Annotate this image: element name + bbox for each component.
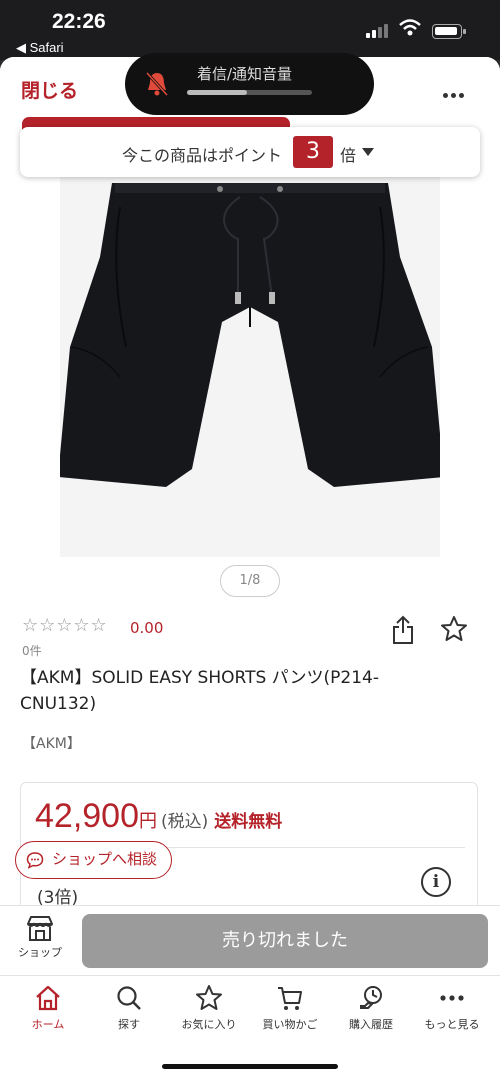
image-counter: 1/8 [220,565,280,597]
back-to-safari-link[interactable]: ◀ Safari [16,40,64,56]
price-value: 42,900 [35,797,139,835]
tab-cart-label: 買い物かご [262,1018,318,1031]
volume-track [187,90,312,95]
tab-search-label: 探す [118,1018,140,1031]
home-indicator [162,1064,338,1069]
caret-down-icon[interactable] [362,148,374,156]
star-icon [196,985,222,1010]
tab-bar: ホーム 探す お気に入り 買い物かご 購入履歴 もっと見る [0,975,500,1080]
tab-home[interactable]: ホーム [7,984,89,1032]
battery-icon [432,24,466,39]
tab-cart[interactable]: 買い物かご [249,984,331,1032]
status-time: 22:26 [52,10,106,33]
points-multiplier-badge: 3 [293,136,333,168]
share-icon[interactable] [390,615,416,645]
tab-history[interactable]: 購入履歴 [330,984,412,1032]
volume-hud: 着信/通知音量 [125,53,374,115]
consult-shop-button[interactable]: ショップへ相談 [15,841,173,879]
close-button[interactable]: 閉じる [21,76,78,103]
shop-icon [27,916,53,941]
favorite-star-icon[interactable] [440,615,468,643]
info-icon[interactable]: i [421,867,451,897]
soldout-button[interactable]: 売り切れました [82,914,488,968]
more-icon [440,995,464,1001]
cart-icon [278,987,302,1010]
review-count: 0件 [22,644,42,658]
signal-icon [366,22,392,38]
tab-history-label: 購入履歴 [349,1018,393,1031]
product-title: 【AKM】SOLID EASY SHORTS パンツ(P214-CNU132) [20,668,379,714]
points-banner-text: 今この商品はポイント [122,146,283,165]
more-options-icon[interactable] [440,83,464,102]
product-image[interactable] [58,177,444,557]
price-unit: 円 [139,811,157,832]
tab-more[interactable]: もっと見る [411,984,493,1032]
volume-level-fill [187,90,247,95]
rating-value[interactable]: 0.00 [130,619,163,637]
tab-more-label: もっと見る [424,1018,480,1031]
home-icon [36,985,60,1011]
tab-home-label: ホーム [31,1018,65,1031]
points-banner-suffix: 倍 [340,146,357,165]
rating-stars: ☆☆☆☆☆ [22,615,108,636]
bell-muted-icon [145,71,169,97]
brand-link[interactable]: 【AKM】 [22,733,81,753]
search-icon [117,986,141,1010]
purchase-bar: ショップ 売り切れました [0,905,500,975]
tab-favorites[interactable]: お気に入り [168,984,250,1032]
free-shipping-label: 送料無料 [214,812,283,832]
tab-favorites-label: お気に入り [181,1018,237,1031]
chat-bubble-icon [26,852,44,869]
history-icon [360,986,382,1009]
price-row: 42,900円 (税込) 送料無料 [35,797,282,836]
shorts-photo [58,177,444,557]
wifi-icon [399,19,421,36]
status-bar: 22:26 ◀ Safari [0,0,500,60]
points-banner[interactable]: 今この商品はポイント 3 倍 [20,127,480,177]
shop-button[interactable]: ショップ [10,914,70,960]
shop-label: ショップ [18,946,62,959]
volume-label: 着信/通知音量 [197,65,293,83]
consult-shop-label: ショップへ相談 [52,850,158,868]
tax-label: (税込) [161,812,209,832]
tab-search[interactable]: 探す [88,984,170,1032]
product-sheet: 閉じる 今この商品はポイント 3 倍 1/8 ☆☆☆☆☆ 0.00 0件 【AK… [0,57,500,1080]
